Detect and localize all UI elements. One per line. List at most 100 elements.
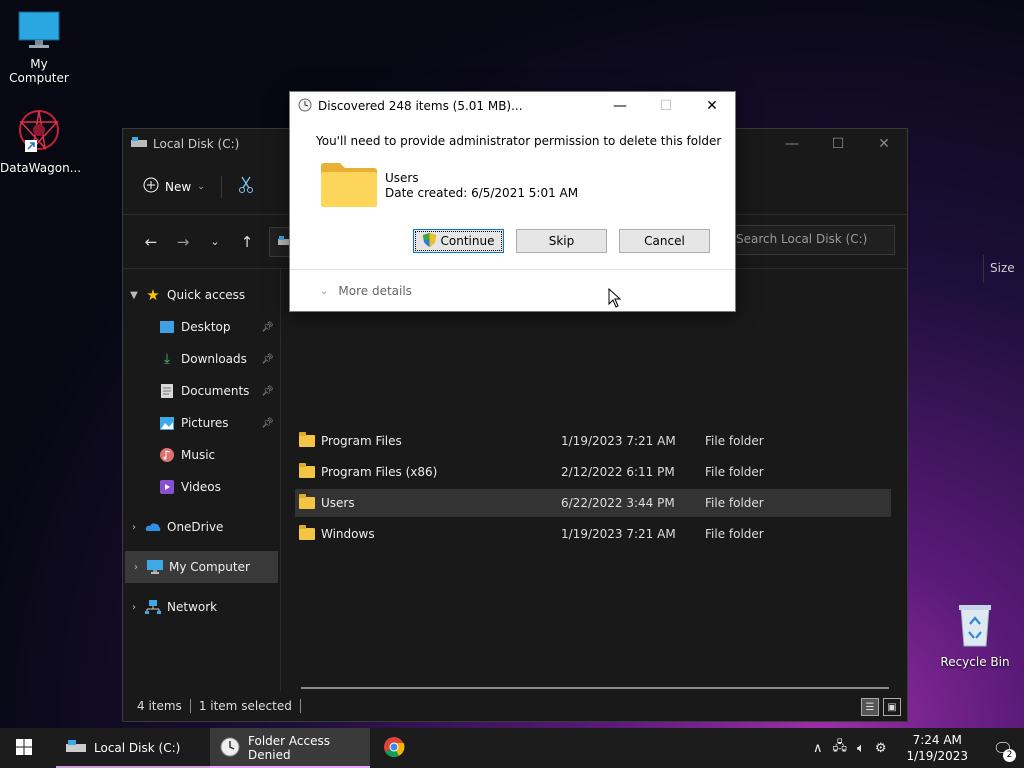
maximize-button[interactable]: ☐ — [815, 136, 861, 152]
shield-icon — [422, 232, 436, 250]
desktop-icon-recycle-bin[interactable]: Recycle Bin — [936, 602, 1014, 669]
pin-icon: 📌︎ — [261, 321, 274, 333]
star-icon: ★ — [146, 286, 160, 304]
chevron-up-icon[interactable]: ∧ — [813, 741, 823, 756]
pin-icon: 📌︎ — [261, 353, 274, 365]
videos-icon — [159, 479, 175, 495]
new-button-label: New — [165, 179, 192, 194]
system-tray: ∧ 🖧︎ 🔈︎ ⚙ 7:24 AM 1/19/2023 🗨︎ 2 — [813, 732, 1024, 764]
nav-label: Quick access — [167, 288, 246, 302]
new-button[interactable]: New ⌄ — [143, 177, 205, 196]
start-button[interactable] — [0, 728, 48, 768]
taskbar-item-explorer[interactable]: Local Disk (C:) — [56, 728, 210, 768]
dialog-title: Discovered 248 items (5.01 MB)... — [318, 99, 523, 113]
explorer-title: Local Disk (C:) — [153, 137, 240, 151]
cancel-button[interactable]: Cancel — [619, 229, 710, 253]
close-button[interactable]: ✕ — [689, 98, 735, 114]
horizontal-scrollbar[interactable] — [301, 687, 889, 689]
nav-label: Desktop — [181, 320, 231, 334]
search-input[interactable]: Search Local Disk (C:) — [727, 225, 895, 255]
nav-videos[interactable]: Videos — [123, 471, 280, 503]
volume-icon[interactable]: 🔈︎ — [857, 741, 865, 756]
chevron-right-icon[interactable]: › — [125, 562, 147, 573]
clock[interactable]: 7:24 AM 1/19/2023 — [906, 732, 968, 764]
nav-label: Videos — [181, 480, 221, 494]
taskbar-item-chrome[interactable] — [370, 736, 418, 761]
table-row[interactable]: Users 6/22/2022 3:44 PM File folder — [295, 489, 891, 517]
desktop-icon — [159, 319, 175, 335]
nav-label: Downloads — [181, 352, 247, 366]
close-button[interactable]: ✕ — [861, 136, 907, 152]
windows-logo-icon — [16, 738, 32, 758]
status-bar: 4 items 1 item selected ☰ ▣ — [123, 691, 907, 721]
nav-pictures[interactable]: Pictures 📌︎ — [123, 407, 280, 439]
up-button[interactable]: ↑ — [231, 233, 263, 251]
pin-icon: 📌︎ — [261, 385, 274, 397]
chevron-down-icon: ⌄ — [197, 181, 205, 192]
dialog-titlebar[interactable]: Discovered 248 items (5.01 MB)... — ☐ ✕ — [290, 92, 735, 120]
nav-onedrive[interactable]: › OneDrive — [123, 511, 280, 543]
selection-count: 1 item selected — [198, 699, 292, 713]
gear-icon[interactable]: ⚙ — [875, 741, 887, 756]
dialog-message: You'll need to provide administrator per… — [316, 134, 722, 148]
table-row[interactable]: Program Files (x86) 2/12/2022 6:11 PM Fi… — [295, 458, 891, 486]
chevron-right-icon[interactable]: › — [123, 522, 145, 533]
column-header-size[interactable]: Size — [983, 255, 1024, 283]
desktop-icon-datawagon[interactable]: DataWagon... — [0, 108, 81, 175]
desktop-icon-my-computer[interactable]: My Computer — [0, 10, 78, 85]
nav-label: Music — [181, 448, 216, 462]
pin-icon: 📌︎ — [261, 417, 274, 429]
details-view-icon[interactable]: ☰ — [861, 698, 879, 716]
nav-desktop[interactable]: Desktop 📌︎ — [123, 311, 280, 343]
minimize-button[interactable]: — — [769, 136, 815, 152]
plus-circle-icon — [143, 177, 159, 196]
app-shortcut-icon — [0, 108, 78, 157]
large-icons-view-icon[interactable]: ▣ — [883, 698, 901, 716]
nav-quick-access[interactable]: ▼ ★ Quick access — [123, 279, 280, 311]
nav-music[interactable]: Music — [123, 439, 280, 471]
maximize-button: ☐ — [659, 98, 673, 114]
chevron-right-icon[interactable]: › — [123, 602, 145, 613]
taskbar: Local Disk (C:) Folder Access Denied ∧ 🖧… — [0, 728, 1024, 768]
nav-label: Pictures — [181, 416, 229, 430]
nav-documents[interactable]: Documents 📌︎ — [123, 375, 280, 407]
delete-folder-dialog: Discovered 248 items (5.01 MB)... — ☐ ✕ … — [289, 91, 736, 312]
forward-button[interactable]: → — [167, 233, 199, 251]
more-details-toggle[interactable]: ⌄ More details — [290, 269, 735, 312]
recycle-bin-icon — [936, 602, 1014, 651]
chevron-down-icon: ⌄ — [320, 285, 329, 297]
back-button[interactable]: ← — [135, 233, 167, 251]
table-row[interactable]: Program Files 1/19/2023 7:21 AM File fol… — [295, 427, 891, 455]
clock-icon — [298, 98, 312, 115]
minimize-button[interactable]: — — [597, 98, 643, 114]
taskbar-item-folder-access-denied[interactable]: Folder Access Denied — [210, 728, 370, 768]
documents-icon — [159, 383, 175, 399]
table-row[interactable]: Windows 1/19/2023 7:21 AM File folder — [295, 520, 891, 548]
folder-name: Users — [385, 171, 419, 185]
recent-locations-button[interactable]: ⌄ — [199, 235, 231, 248]
folder-icon — [320, 162, 377, 207]
network-icon — [145, 599, 161, 615]
continue-button[interactable]: Continue — [413, 229, 504, 253]
nav-network[interactable]: › Network — [123, 591, 280, 623]
drive-icon — [66, 739, 86, 757]
nav-downloads[interactable]: ⤓ Downloads 📌︎ — [123, 343, 280, 375]
chevron-down-icon[interactable]: ▼ — [123, 290, 145, 301]
network-icon[interactable]: 🖧︎ — [833, 737, 848, 759]
folder-icon — [299, 432, 315, 447]
skip-button[interactable]: Skip — [516, 229, 607, 253]
cut-icon[interactable] — [238, 176, 254, 197]
mouse-cursor-icon — [608, 287, 622, 311]
nav-my-computer[interactable]: › My Computer — [125, 551, 278, 583]
nav-label: OneDrive — [167, 520, 224, 534]
chrome-icon — [383, 736, 405, 761]
notification-button[interactable]: 🗨︎ 2 — [988, 739, 1018, 762]
folder-date-created: Date created: 6/5/2021 5:01 AM — [385, 186, 579, 200]
item-count: 4 items — [137, 699, 182, 713]
desktop-icon-label: My Computer — [9, 57, 69, 85]
download-icon: ⤓ — [163, 351, 171, 367]
monitor-icon — [0, 10, 78, 53]
notification-badge: 2 — [1003, 748, 1016, 762]
folder-icon — [299, 463, 315, 478]
clock-icon — [220, 737, 240, 760]
